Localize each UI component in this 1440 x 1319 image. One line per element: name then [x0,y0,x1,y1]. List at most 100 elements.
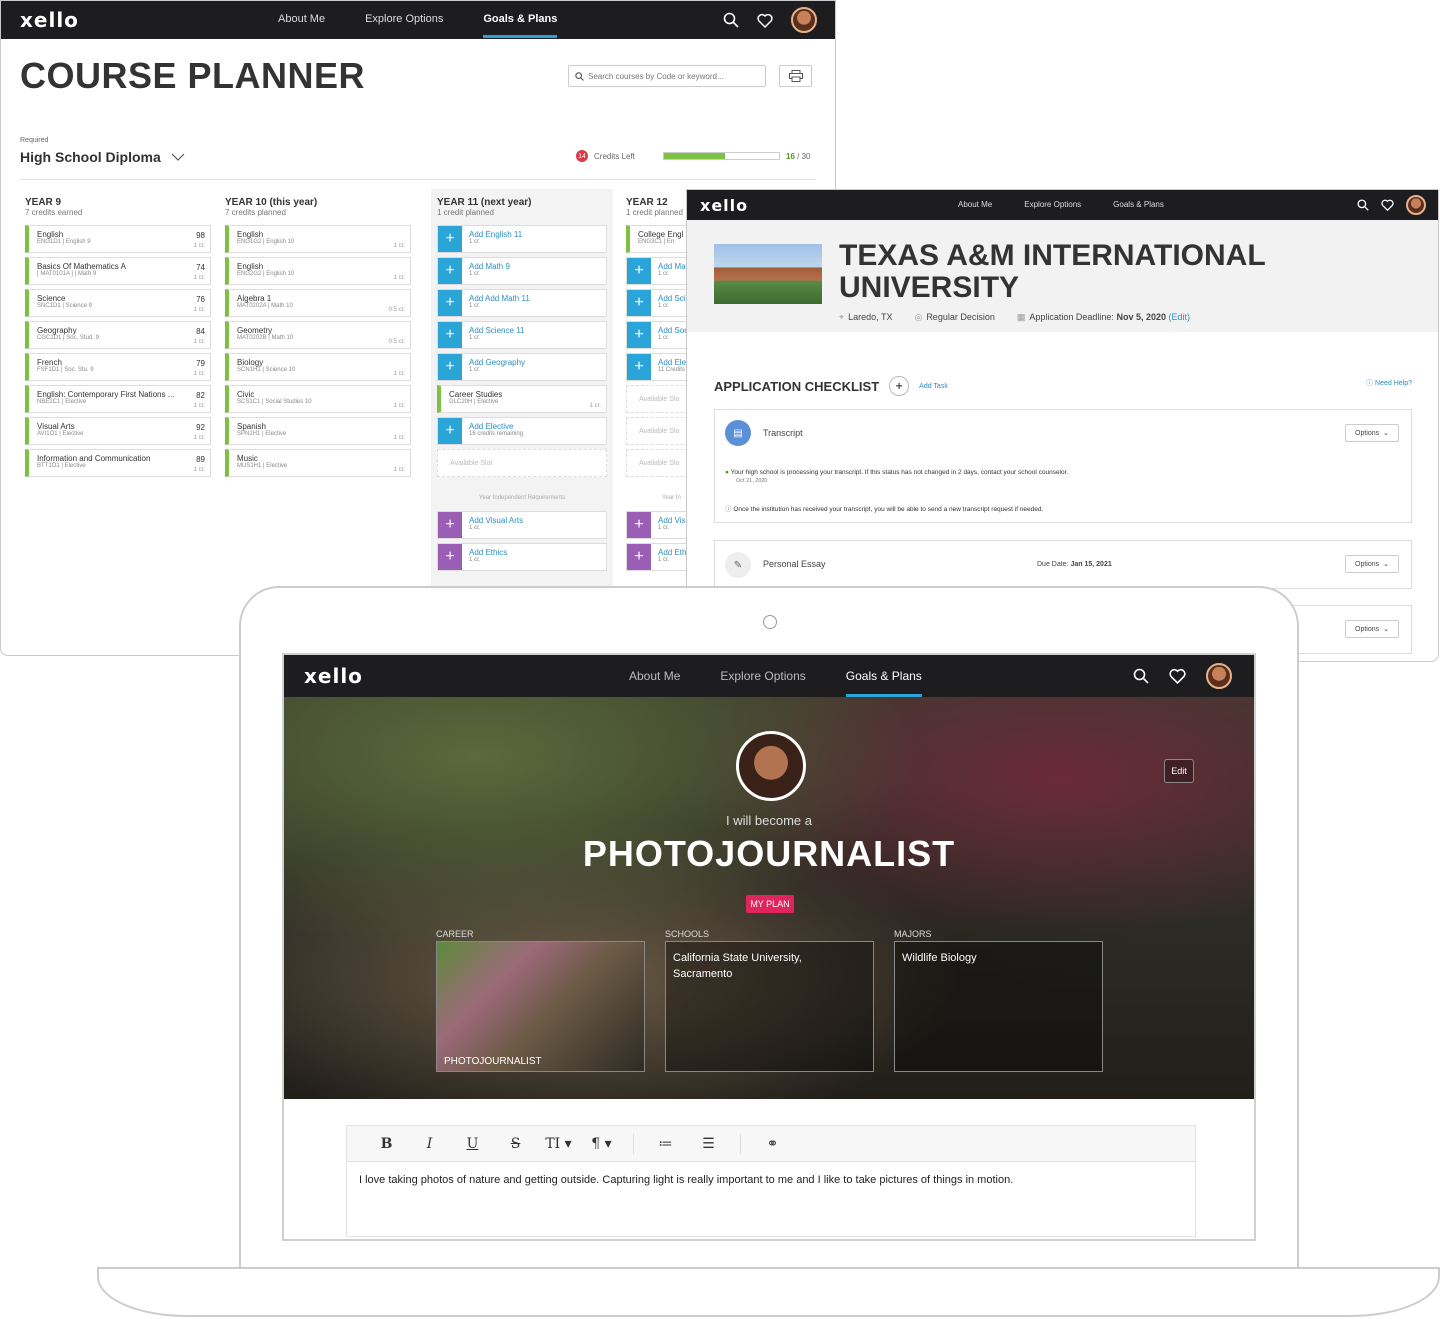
heart-icon[interactable] [1381,199,1394,211]
toolbar-divider [740,1133,741,1154]
heart-icon[interactable] [1169,668,1186,684]
course-code: MUS1H1 | Elective [237,463,288,469]
course-card[interactable]: Algebra 1 MAT0202A | Math 10 0.5 cr. [225,289,411,317]
diploma-select[interactable]: High School Diploma [20,149,185,165]
rich-text-editor: B I U S TI ▾ ¶ ▾ ≔ ☰ ⚭ I love taking pho… [346,1125,1196,1237]
course-code: FSF1D1 | Soc. Stu. 9 [37,367,94,373]
text-size-icon[interactable]: TI ▾ [537,1136,580,1152]
schools-tile[interactable]: California State University, Sacramento [665,941,874,1072]
add-course-button[interactable]: + Add Science 11 1 cr. [437,321,607,349]
options-dropdown[interactable]: Options ⌄ [1345,620,1399,638]
course-grade: 76 [196,295,205,304]
strikethrough-icon[interactable]: S [494,1136,537,1152]
nav-icons [1357,195,1426,215]
xello-logo[interactable]: xello [304,664,363,688]
add-elective-button[interactable]: + Add Elective 16 credits remaining [437,417,607,445]
course-card[interactable]: English ENG2G2 | English 10 1 cr. [225,257,411,285]
nav-icons [1133,663,1232,689]
course-card[interactable]: Career Studies GLC20H | Elective 1 cr. [437,385,607,413]
course-name: Career Studies [449,390,503,399]
add-course-button[interactable]: + Add Math 91 cr. [437,257,607,285]
nav-explore-options[interactable]: Explore Options [365,13,443,25]
options-dropdown[interactable]: Options ⌄ [1345,424,1399,442]
nav-goals-plans[interactable]: Goals & Plans [483,13,557,38]
link-icon[interactable]: ⚭ [751,1136,794,1152]
career-label: CAREER [436,929,474,939]
course-name: Civic [237,390,255,399]
checklist-title: APPLICATION CHECKLIST [714,378,880,394]
course-card[interactable]: English: Contemporary First Nations ... N… [25,385,211,413]
plus-icon: + [438,322,462,348]
bullet-list-icon[interactable]: ☰ [687,1136,730,1152]
search-icon[interactable] [1133,668,1149,684]
course-card[interactable]: Information and Communication BTT1O1 | El… [25,449,211,477]
course-code: AVI1O1 | Elective [37,431,84,437]
nav-about-me[interactable]: About Me [629,669,680,683]
course-card[interactable]: Basics Of Mathematics A[ MAT0101A ] | Ma… [25,257,211,285]
nav-about-me[interactable]: About Me [958,200,992,209]
add-sub: 1 cr. [469,525,481,531]
add-course-button[interactable]: + Add Ethics 1 cr. [437,543,607,571]
course-card[interactable]: Geography CGC1D1 | Soc. Stud. 9 84 1 cr. [25,321,211,349]
need-help-link[interactable]: ⓘ Need Help? [1366,378,1412,388]
edit-button[interactable]: Edit [1164,759,1194,783]
course-card[interactable]: English ENG1G2 | English 10 1 cr. [225,225,411,253]
xello-logo[interactable]: xello [700,196,748,215]
add-label: Add Elective [469,422,514,431]
ordered-list-icon[interactable]: ≔ [644,1136,687,1152]
course-card[interactable]: Geometry MAT0202B | Math 10 0.5 cr. [225,321,411,349]
edit-icon: ✎ [725,552,751,578]
add-label: Add Add Math 11 [469,294,530,303]
plus-icon: + [627,322,651,348]
available-slot[interactable]: Available Slot [437,449,607,477]
options-dropdown[interactable]: Options ⌄ [1345,555,1399,573]
majors-tile[interactable]: Wildlife Biology [894,941,1103,1072]
course-credit: 1 cr. [193,275,205,281]
course-search-input[interactable]: Search courses by Code or keyword... [568,65,766,87]
italic-icon[interactable]: I [408,1136,451,1152]
add-course-button[interactable]: + Add Visual Arts 1 cr. [437,511,607,539]
paragraph-icon[interactable]: ¶ ▾ [580,1136,623,1152]
course-card[interactable]: Spanish SPN1H1 | Elective 1 cr. [225,417,411,445]
nav-goals-plans[interactable]: Goals & Plans [1113,200,1164,209]
nav-explore-options[interactable]: Explore Options [1024,200,1081,209]
nav-explore-options[interactable]: Explore Options [720,669,805,683]
course-code: SCS1C1 | Social Studies 10 [237,399,312,405]
nav-links: About Me Explore Options Goals & Plans [958,200,1164,209]
course-card[interactable]: Civic SCS1C1 | Social Studies 10 1 cr. [225,385,411,413]
nav-goals-plans[interactable]: Goals & Plans [845,669,922,697]
career-tile[interactable]: PHOTOJOURNALIST [436,941,645,1072]
avatar[interactable] [791,7,817,33]
course-card[interactable]: English ENG1D1 | English 9 98 1 cr. [25,225,211,253]
bold-icon[interactable]: B [365,1136,408,1152]
editor-content[interactable]: I love taking photos of nature and getti… [347,1162,1195,1198]
print-button[interactable] [779,65,812,87]
add-task-link[interactable]: Add Task [919,383,948,390]
avatar[interactable] [1406,195,1426,215]
avatar[interactable] [1206,663,1232,689]
add-course-button[interactable]: + Add Add Math 11 1 cr. [437,289,607,317]
course-card[interactable]: French FSF1D1 | Soc. Stu. 9 79 1 cr. [25,353,211,381]
nav-about-me[interactable]: About Me [278,13,325,25]
add-sub: 1 cr. [469,557,481,563]
course-credit: 1 cr. [193,307,205,313]
course-card[interactable]: Music MUS1H1 | Elective 1 cr. [225,449,411,477]
edit-deadline-link[interactable]: (Edit) [1169,312,1191,322]
course-credit: 1 cr. [393,243,405,249]
search-icon[interactable] [1357,199,1369,211]
my-plan-badge[interactable]: MY PLAN [746,895,794,913]
course-card[interactable]: Science SNC1D1 | Science 9 76 1 cr. [25,289,211,317]
heart-icon[interactable] [757,13,773,28]
underline-icon[interactable]: U [451,1136,494,1152]
add-sub: 1 cr. [469,239,481,245]
course-name: Spanish [237,422,266,431]
search-icon[interactable] [723,12,739,28]
add-course-button[interactable]: + Add English 11 1 cr. [437,225,607,253]
course-card[interactable]: Biology SCN1H1 | Science 10 1 cr. [225,353,411,381]
checklist-item-title: Personal Essay [763,559,826,569]
xello-logo[interactable]: xello [20,8,79,32]
document-icon: ▤ [725,420,751,446]
plus-icon[interactable]: + [889,376,910,396]
add-course-button[interactable]: + Add Geography 1 cr. [437,353,607,381]
course-card[interactable]: Visual Arts AVI1O1 | Elective 92 1 cr. [25,417,211,445]
